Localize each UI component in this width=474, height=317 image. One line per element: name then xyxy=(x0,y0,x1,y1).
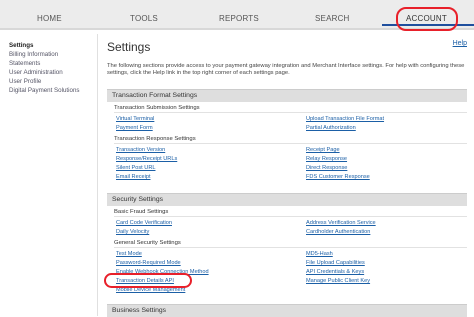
link-relay-response[interactable]: Relay Response xyxy=(306,156,347,162)
group-transaction-response: Transaction Response Settings xyxy=(114,136,467,144)
link-email-receipt[interactable]: Email Receipt xyxy=(116,174,151,180)
section-transaction-format: Transaction Format Settings xyxy=(107,89,467,102)
page-title: Settings xyxy=(107,40,151,54)
group-general-security: General Security Settings xyxy=(114,240,467,248)
sidebar-item-statements[interactable]: Statements xyxy=(9,60,104,69)
link-password-required-mode[interactable]: Password-Required Mode xyxy=(116,260,181,266)
link-cardholder-authentication[interactable]: Cardholder Authentication xyxy=(306,229,370,235)
link-transaction-version[interactable]: Transaction Version xyxy=(116,147,165,153)
transaction-details-api-highlight-circle xyxy=(104,273,192,288)
sidebar: Settings Billing Information Statements … xyxy=(9,42,104,95)
link-partial-authorization[interactable]: Partial Authorization xyxy=(306,125,356,131)
link-address-verification[interactable]: Address Verification Service xyxy=(306,220,376,226)
tab-tools[interactable]: TOOLS xyxy=(130,14,158,23)
group-basic-fraud: Basic Fraud Settings xyxy=(114,209,467,217)
group-transaction-submission: Transaction Submission Settings xyxy=(114,105,467,113)
intro-text: The following sections provide access to… xyxy=(107,63,465,77)
link-manage-public-client-key[interactable]: Manage Public Client Key xyxy=(306,278,370,284)
sidebar-item-user-profile[interactable]: User Profile xyxy=(9,78,104,87)
sidebar-item-settings[interactable]: Settings xyxy=(9,42,104,51)
link-upload-transaction-file-format[interactable]: Upload Transaction File Format xyxy=(306,116,384,122)
account-highlight-circle xyxy=(396,7,458,31)
link-md5-hash[interactable]: MD5-Hash xyxy=(306,251,333,257)
section-business: Business Settings xyxy=(107,304,467,317)
link-card-code-verification[interactable]: Card Code Verification xyxy=(116,220,172,226)
sidebar-item-digital-payment[interactable]: Digital Payment Solutions xyxy=(9,87,104,96)
help-link[interactable]: Help xyxy=(453,40,467,47)
link-test-mode[interactable]: Test Mode xyxy=(116,251,142,257)
link-api-credentials-keys[interactable]: API Credentials & Keys xyxy=(306,269,364,275)
link-virtual-terminal[interactable]: Virtual Terminal xyxy=(116,116,154,122)
section-security: Security Settings xyxy=(107,193,467,206)
link-fds-customer-response[interactable]: FDS Customer Response xyxy=(306,174,370,180)
link-payment-form[interactable]: Payment Form xyxy=(116,125,153,131)
sidebar-item-user-admin[interactable]: User Administration xyxy=(9,69,104,78)
link-response-receipt-urls[interactable]: Response/Receipt URLs xyxy=(116,156,177,162)
tab-home[interactable]: HOME xyxy=(37,14,62,23)
link-daily-velocity[interactable]: Daily Velocity xyxy=(116,229,149,235)
link-direct-response[interactable]: Direct Response xyxy=(306,165,347,171)
tab-reports[interactable]: REPORTS xyxy=(219,14,259,23)
sidebar-divider xyxy=(97,34,98,316)
link-receipt-page[interactable]: Receipt Page xyxy=(306,147,340,153)
sidebar-item-billing[interactable]: Billing Information xyxy=(9,51,104,60)
tab-search[interactable]: SEARCH xyxy=(315,14,350,23)
link-file-upload-capabilities[interactable]: File Upload Capabilities xyxy=(306,260,365,266)
link-silent-post-url[interactable]: Silent Post URL xyxy=(116,165,155,171)
